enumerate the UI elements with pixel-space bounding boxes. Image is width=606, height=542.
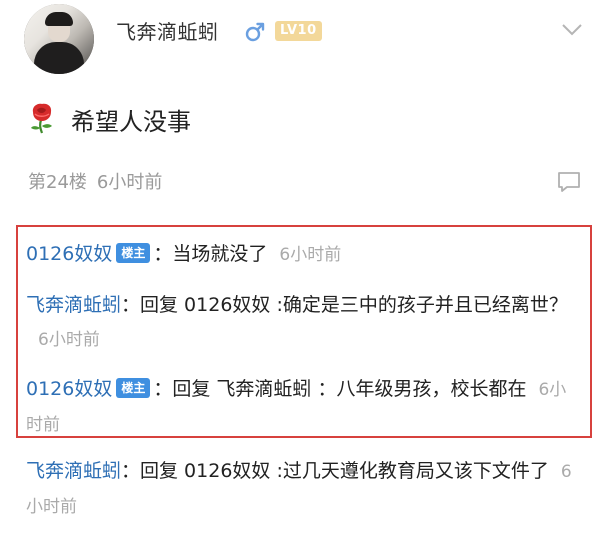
rose-icon [31, 103, 52, 134]
reply-time: 6小时前 [279, 245, 342, 265]
level-badge: LV10 [275, 21, 322, 41]
reply-text: ：回复 飞奔滴蚯蚓 ：八年级男孩，校长都在 [153, 378, 527, 400]
reply-author[interactable]: 飞奔滴蚯蚓 [26, 460, 121, 482]
owner-badge: 楼主 [116, 243, 151, 263]
reply-author[interactable]: 飞奔滴蚯蚓 [26, 294, 121, 316]
owner-badge: 楼主 [116, 378, 151, 398]
chevron-down-icon[interactable] [560, 22, 584, 38]
reply-item[interactable]: 飞奔滴蚯蚓：回复 0126奴奴 :过几天遵化教育局又该下文件了 6小时前 [26, 454, 574, 524]
floor-label: 第24楼 [28, 172, 87, 193]
reply-item[interactable]: 0126奴奴 楼主 ：回复 飞奔滴蚯蚓 ：八年级男孩，校长都在 6小时前 [26, 372, 574, 442]
reply-item[interactable]: 飞奔滴蚯蚓：回复 0126奴奴 :确定是三中的孩子并且已经离世？ 6小时前 [26, 288, 574, 357]
reply-author[interactable]: 0126奴奴 [26, 243, 112, 265]
reply-text: ：回复 0126奴奴 :确定是三中的孩子并且已经离世？ [121, 294, 568, 316]
reply-time: 6小时前 [38, 330, 100, 350]
floor-time: 6小时前 [96, 172, 163, 193]
user-header: 飞奔滴蚯蚓 LV10 [0, 0, 606, 80]
post-text: 希望人没事 [71, 108, 191, 136]
avatar[interactable] [24, 4, 94, 74]
floor-meta: 第24楼 6小时前 [28, 168, 162, 194]
male-icon [245, 22, 265, 42]
reply-author[interactable]: 0126奴奴 [26, 378, 112, 400]
avatar-hair [45, 12, 73, 26]
comment-icon[interactable] [556, 170, 582, 194]
username[interactable]: 飞奔滴蚯蚓 [116, 16, 219, 45]
reply-text: ：当场就没了 [153, 243, 268, 265]
reply-item[interactable]: 0126奴奴 楼主 ：当场就没了 6小时前 [26, 237, 574, 272]
avatar-body [34, 42, 84, 74]
reply-text: ：回复 0126奴奴 :过几天遵化教育局又该下文件了 [121, 460, 549, 482]
